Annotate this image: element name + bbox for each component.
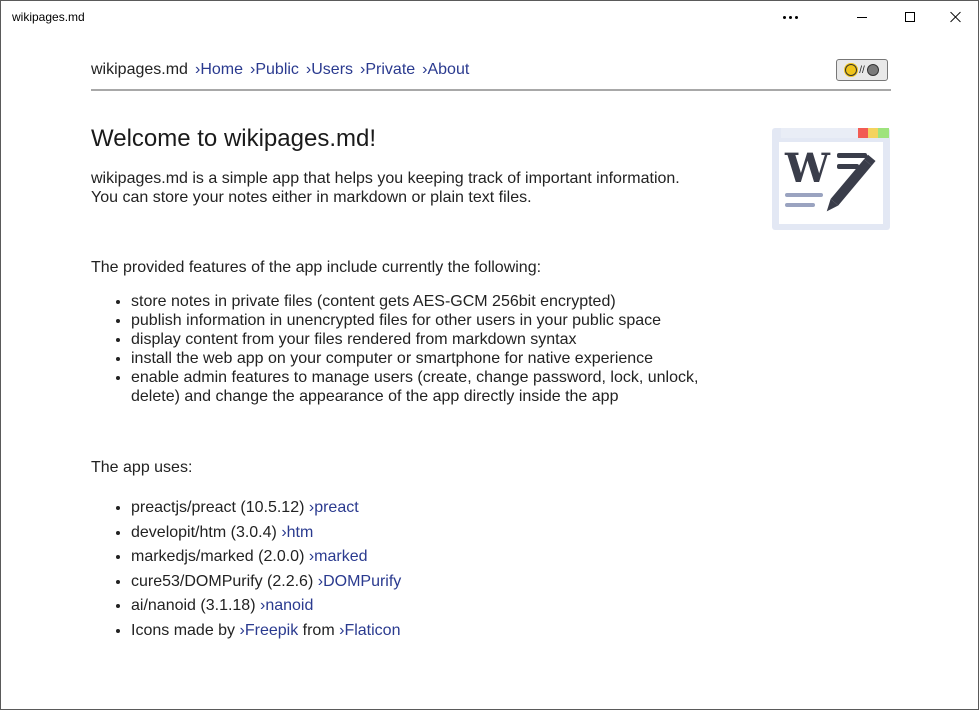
library-name: cure53/DOMPurify (2.2.6) [131,572,314,590]
nav-link-public[interactable]: ›Public [250,61,299,79]
list-item: markedjs/marked (2.0.0) ›marked [131,545,401,570]
list-item: cure53/DOMPurify (2.2.6) ›DOMPurify [131,570,401,595]
list-item: install the web app on your computer or … [131,349,711,368]
nanoid-link[interactable]: ›nanoid [260,597,313,614]
wiki-logo-icon: W [772,128,890,230]
features-title: The provided features of the app include… [91,259,542,276]
title-bar: wikipages.md [1,1,978,33]
close-button[interactable] [933,1,979,33]
nav-links: ›Home ›Public ›Users ›Private ›About [195,61,469,79]
app-window: wikipages.md wikipages.md ›Home ›Public … [0,0,979,710]
nav-link-home[interactable]: ›Home [195,61,243,79]
library-name: ai/nanoid (3.1.18) [131,597,256,614]
list-item: ai/nanoid (3.1.18) ›nanoid [131,594,401,619]
moon-icon [866,64,879,76]
list-item: preactjs/preact (10.5.12) ›preact [131,496,401,521]
page-title: Welcome to wikipages.md! [91,125,376,152]
nav-link-about[interactable]: ›About [422,61,469,79]
close-icon [950,11,962,23]
dompurify-link[interactable]: ›DOMPurify [318,573,402,590]
library-name: developit/htm (3.0.4) [131,523,277,541]
nav-brand: wikipages.md [91,61,188,78]
list-item: Icons made by ›Freepik from ›Flaticon [131,619,401,644]
maximize-icon [905,12,915,22]
credits-middle: from [302,621,335,639]
top-navigation: wikipages.md ›Home ›Public ›Users ›Priva… [91,59,891,91]
marked-link[interactable]: ›marked [309,548,368,565]
list-item: publish information in unencrypted files… [131,311,711,330]
list-item: enable admin features to manage users (c… [131,368,711,406]
nav-link-users[interactable]: ›Users [306,61,353,79]
list-item: developit/htm (3.0.4) ›htm [131,521,401,546]
nav-link-private[interactable]: ›Private [360,61,415,79]
uses-list: preactjs/preact (10.5.12) ›preact develo… [91,496,401,643]
intro-line-1: wikipages.md is a simple app that helps … [91,170,680,187]
credits-prefix: Icons made by [131,621,236,639]
minimize-button[interactable] [839,1,885,33]
library-name: preactjs/preact (10.5.12) [131,499,305,516]
list-item: display content from your files rendered… [131,330,711,349]
theme-toggle-button[interactable]: // [836,59,888,81]
sun-icon [845,64,858,76]
maximize-button[interactable] [887,1,933,33]
svg-text:W: W [784,145,831,192]
theme-separator: // [859,64,865,76]
freepik-link[interactable]: ›Freepik [240,622,299,639]
intro-line-2: You can store your notes either in markd… [91,189,532,206]
window-title: wikipages.md [12,10,85,24]
intro-text: wikipages.md is a simple app that helps … [91,169,711,207]
library-name: markedjs/marked (2.0.0) [131,548,305,565]
more-options-button[interactable] [767,1,813,33]
preact-link[interactable]: ›preact [309,499,359,516]
flaticon-link[interactable]: ›Flaticon [339,622,400,639]
more-icon [782,15,798,19]
uses-title: The app uses: [91,459,193,476]
minimize-icon [857,16,867,18]
htm-link[interactable]: ›htm [281,524,313,541]
features-list: store notes in private files (content ge… [91,292,711,406]
list-item: store notes in private files (content ge… [131,292,711,311]
